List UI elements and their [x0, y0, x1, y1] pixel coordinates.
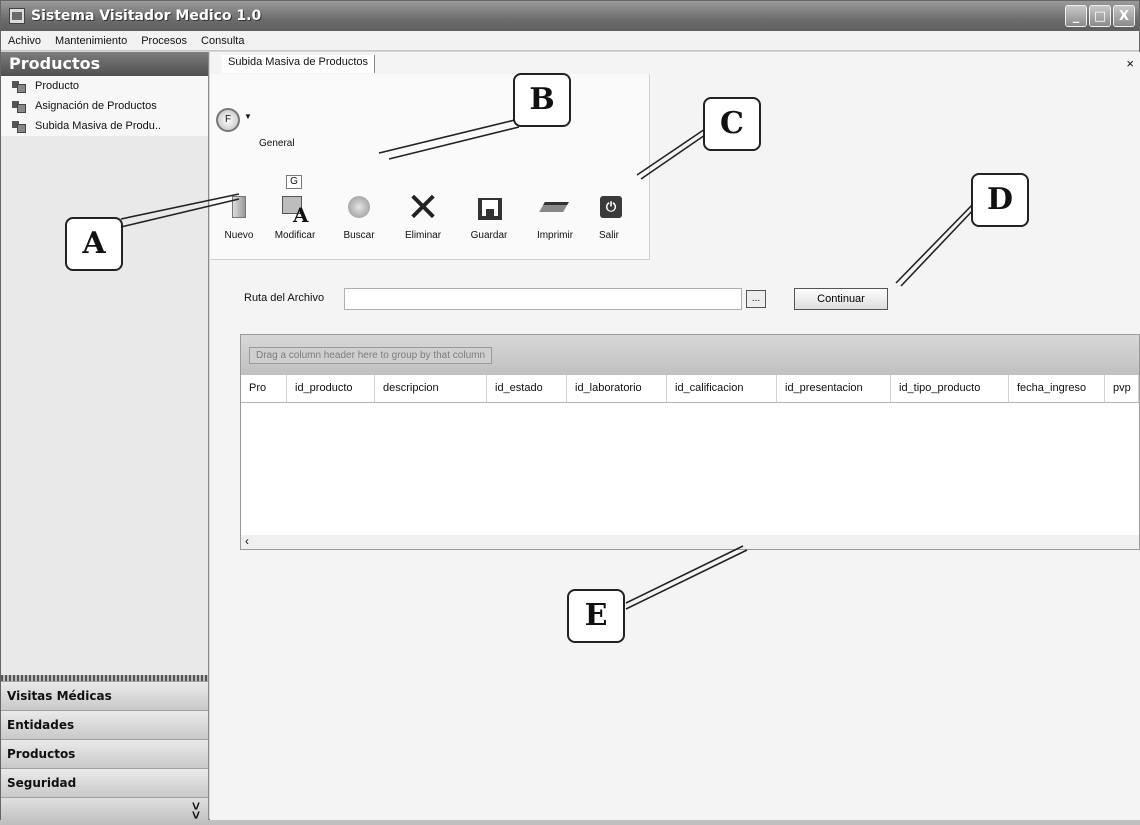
- app-window: Sistema Visitador Medico 1.0 _ □ X Achiv…: [0, 0, 1140, 825]
- callout-b: B: [513, 73, 571, 127]
- callout-c: C: [703, 97, 761, 151]
- callout-d: D: [971, 173, 1029, 227]
- callout-e: E: [567, 589, 625, 643]
- callout-a: A: [65, 217, 123, 271]
- callout-leader-lines: [120, 118, 977, 610]
